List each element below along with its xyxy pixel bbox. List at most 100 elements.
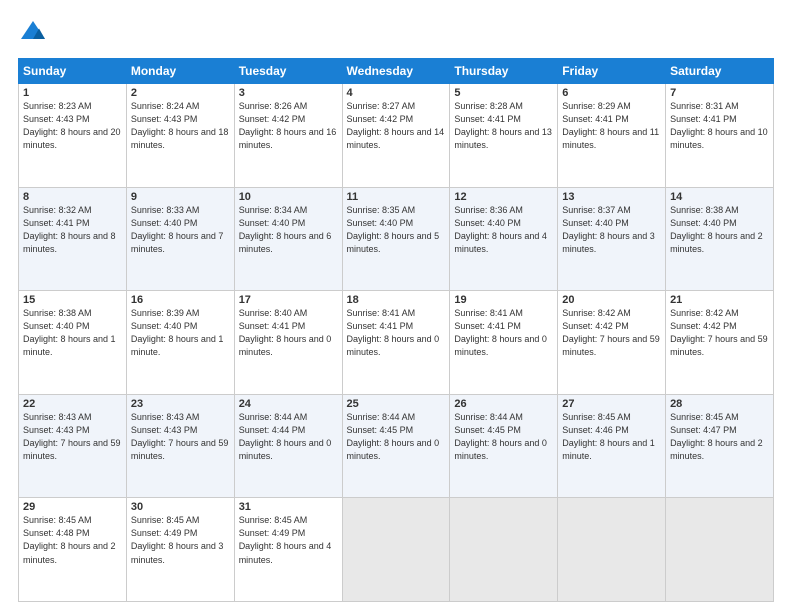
calendar-day-cell: 19Sunrise: 8:41 AMSunset: 4:41 PMDayligh… — [450, 291, 558, 395]
calendar-day-cell: 16Sunrise: 8:39 AMSunset: 4:40 PMDayligh… — [126, 291, 234, 395]
day-info: Sunrise: 8:39 AMSunset: 4:40 PMDaylight:… — [131, 307, 230, 359]
day-info: Sunrise: 8:24 AMSunset: 4:43 PMDaylight:… — [131, 100, 230, 152]
day-info: Sunrise: 8:23 AMSunset: 4:43 PMDaylight:… — [23, 100, 122, 152]
day-info: Sunrise: 8:27 AMSunset: 4:42 PMDaylight:… — [347, 100, 446, 152]
day-number: 26 — [454, 398, 553, 410]
day-info: Sunrise: 8:32 AMSunset: 4:41 PMDaylight:… — [23, 204, 122, 256]
calendar-day-cell: 29Sunrise: 8:45 AMSunset: 4:48 PMDayligh… — [19, 498, 127, 602]
calendar-day-cell: 4Sunrise: 8:27 AMSunset: 4:42 PMDaylight… — [342, 84, 450, 188]
calendar-day-cell: 1Sunrise: 8:23 AMSunset: 4:43 PMDaylight… — [19, 84, 127, 188]
day-info: Sunrise: 8:45 AMSunset: 4:47 PMDaylight:… — [670, 411, 769, 463]
day-number: 20 — [562, 294, 661, 306]
header-sunday: Sunday — [19, 59, 127, 84]
calendar-day-cell — [342, 498, 450, 602]
day-number: 19 — [454, 294, 553, 306]
day-info: Sunrise: 8:45 AMSunset: 4:49 PMDaylight:… — [131, 514, 230, 566]
day-number: 30 — [131, 501, 230, 513]
day-number: 25 — [347, 398, 446, 410]
calendar-day-cell: 26Sunrise: 8:44 AMSunset: 4:45 PMDayligh… — [450, 394, 558, 498]
day-number: 23 — [131, 398, 230, 410]
calendar-day-cell: 25Sunrise: 8:44 AMSunset: 4:45 PMDayligh… — [342, 394, 450, 498]
calendar-day-cell: 10Sunrise: 8:34 AMSunset: 4:40 PMDayligh… — [234, 187, 342, 291]
calendar-day-cell: 15Sunrise: 8:38 AMSunset: 4:40 PMDayligh… — [19, 291, 127, 395]
logo — [18, 18, 54, 48]
header-wednesday: Wednesday — [342, 59, 450, 84]
day-number: 24 — [239, 398, 338, 410]
calendar-day-cell: 11Sunrise: 8:35 AMSunset: 4:40 PMDayligh… — [342, 187, 450, 291]
calendar-day-cell: 27Sunrise: 8:45 AMSunset: 4:46 PMDayligh… — [558, 394, 666, 498]
day-info: Sunrise: 8:45 AMSunset: 4:48 PMDaylight:… — [23, 514, 122, 566]
day-info: Sunrise: 8:42 AMSunset: 4:42 PMDaylight:… — [562, 307, 661, 359]
calendar-day-cell: 9Sunrise: 8:33 AMSunset: 4:40 PMDaylight… — [126, 187, 234, 291]
day-number: 5 — [454, 87, 553, 99]
day-number: 14 — [670, 191, 769, 203]
header — [18, 18, 774, 48]
calendar-day-cell — [558, 498, 666, 602]
calendar-week-row: 1Sunrise: 8:23 AMSunset: 4:43 PMDaylight… — [19, 84, 774, 188]
day-number: 2 — [131, 87, 230, 99]
day-info: Sunrise: 8:41 AMSunset: 4:41 PMDaylight:… — [454, 307, 553, 359]
day-info: Sunrise: 8:35 AMSunset: 4:40 PMDaylight:… — [347, 204, 446, 256]
day-number: 12 — [454, 191, 553, 203]
day-info: Sunrise: 8:45 AMSunset: 4:49 PMDaylight:… — [239, 514, 338, 566]
day-info: Sunrise: 8:33 AMSunset: 4:40 PMDaylight:… — [131, 204, 230, 256]
header-thursday: Thursday — [450, 59, 558, 84]
header-monday: Monday — [126, 59, 234, 84]
day-number: 13 — [562, 191, 661, 203]
calendar-day-cell: 7Sunrise: 8:31 AMSunset: 4:41 PMDaylight… — [666, 84, 774, 188]
day-number: 28 — [670, 398, 769, 410]
day-info: Sunrise: 8:40 AMSunset: 4:41 PMDaylight:… — [239, 307, 338, 359]
calendar-week-row: 8Sunrise: 8:32 AMSunset: 4:41 PMDaylight… — [19, 187, 774, 291]
calendar-week-row: 22Sunrise: 8:43 AMSunset: 4:43 PMDayligh… — [19, 394, 774, 498]
calendar-day-cell: 30Sunrise: 8:45 AMSunset: 4:49 PMDayligh… — [126, 498, 234, 602]
calendar-day-cell — [666, 498, 774, 602]
calendar-day-cell: 6Sunrise: 8:29 AMSunset: 4:41 PMDaylight… — [558, 84, 666, 188]
calendar-day-cell: 17Sunrise: 8:40 AMSunset: 4:41 PMDayligh… — [234, 291, 342, 395]
calendar-day-cell: 23Sunrise: 8:43 AMSunset: 4:43 PMDayligh… — [126, 394, 234, 498]
calendar-day-cell: 3Sunrise: 8:26 AMSunset: 4:42 PMDaylight… — [234, 84, 342, 188]
calendar-day-cell: 21Sunrise: 8:42 AMSunset: 4:42 PMDayligh… — [666, 291, 774, 395]
day-number: 11 — [347, 191, 446, 203]
calendar-day-cell: 31Sunrise: 8:45 AMSunset: 4:49 PMDayligh… — [234, 498, 342, 602]
header-friday: Friday — [558, 59, 666, 84]
calendar-day-cell — [450, 498, 558, 602]
day-number: 31 — [239, 501, 338, 513]
calendar-day-cell: 28Sunrise: 8:45 AMSunset: 4:47 PMDayligh… — [666, 394, 774, 498]
day-number: 10 — [239, 191, 338, 203]
day-number: 27 — [562, 398, 661, 410]
calendar-day-cell: 12Sunrise: 8:36 AMSunset: 4:40 PMDayligh… — [450, 187, 558, 291]
day-info: Sunrise: 8:41 AMSunset: 4:41 PMDaylight:… — [347, 307, 446, 359]
day-number: 7 — [670, 87, 769, 99]
day-info: Sunrise: 8:45 AMSunset: 4:46 PMDaylight:… — [562, 411, 661, 463]
day-number: 22 — [23, 398, 122, 410]
logo-icon — [18, 18, 48, 48]
day-number: 6 — [562, 87, 661, 99]
calendar-day-cell: 20Sunrise: 8:42 AMSunset: 4:42 PMDayligh… — [558, 291, 666, 395]
day-info: Sunrise: 8:43 AMSunset: 4:43 PMDaylight:… — [23, 411, 122, 463]
day-info: Sunrise: 8:44 AMSunset: 4:44 PMDaylight:… — [239, 411, 338, 463]
header-saturday: Saturday — [666, 59, 774, 84]
page: Sunday Monday Tuesday Wednesday Thursday… — [0, 0, 792, 612]
day-number: 9 — [131, 191, 230, 203]
day-info: Sunrise: 8:38 AMSunset: 4:40 PMDaylight:… — [670, 204, 769, 256]
day-number: 4 — [347, 87, 446, 99]
day-number: 17 — [239, 294, 338, 306]
calendar-day-cell: 8Sunrise: 8:32 AMSunset: 4:41 PMDaylight… — [19, 187, 127, 291]
calendar-week-row: 15Sunrise: 8:38 AMSunset: 4:40 PMDayligh… — [19, 291, 774, 395]
calendar-day-cell: 2Sunrise: 8:24 AMSunset: 4:43 PMDaylight… — [126, 84, 234, 188]
day-info: Sunrise: 8:44 AMSunset: 4:45 PMDaylight:… — [454, 411, 553, 463]
day-number: 3 — [239, 87, 338, 99]
day-info: Sunrise: 8:31 AMSunset: 4:41 PMDaylight:… — [670, 100, 769, 152]
day-info: Sunrise: 8:42 AMSunset: 4:42 PMDaylight:… — [670, 307, 769, 359]
day-number: 18 — [347, 294, 446, 306]
day-info: Sunrise: 8:36 AMSunset: 4:40 PMDaylight:… — [454, 204, 553, 256]
day-info: Sunrise: 8:29 AMSunset: 4:41 PMDaylight:… — [562, 100, 661, 152]
day-number: 29 — [23, 501, 122, 513]
calendar-week-row: 29Sunrise: 8:45 AMSunset: 4:48 PMDayligh… — [19, 498, 774, 602]
calendar-day-cell: 24Sunrise: 8:44 AMSunset: 4:44 PMDayligh… — [234, 394, 342, 498]
calendar-day-cell: 5Sunrise: 8:28 AMSunset: 4:41 PMDaylight… — [450, 84, 558, 188]
day-number: 15 — [23, 294, 122, 306]
header-tuesday: Tuesday — [234, 59, 342, 84]
calendar-day-cell: 22Sunrise: 8:43 AMSunset: 4:43 PMDayligh… — [19, 394, 127, 498]
calendar-day-cell: 18Sunrise: 8:41 AMSunset: 4:41 PMDayligh… — [342, 291, 450, 395]
